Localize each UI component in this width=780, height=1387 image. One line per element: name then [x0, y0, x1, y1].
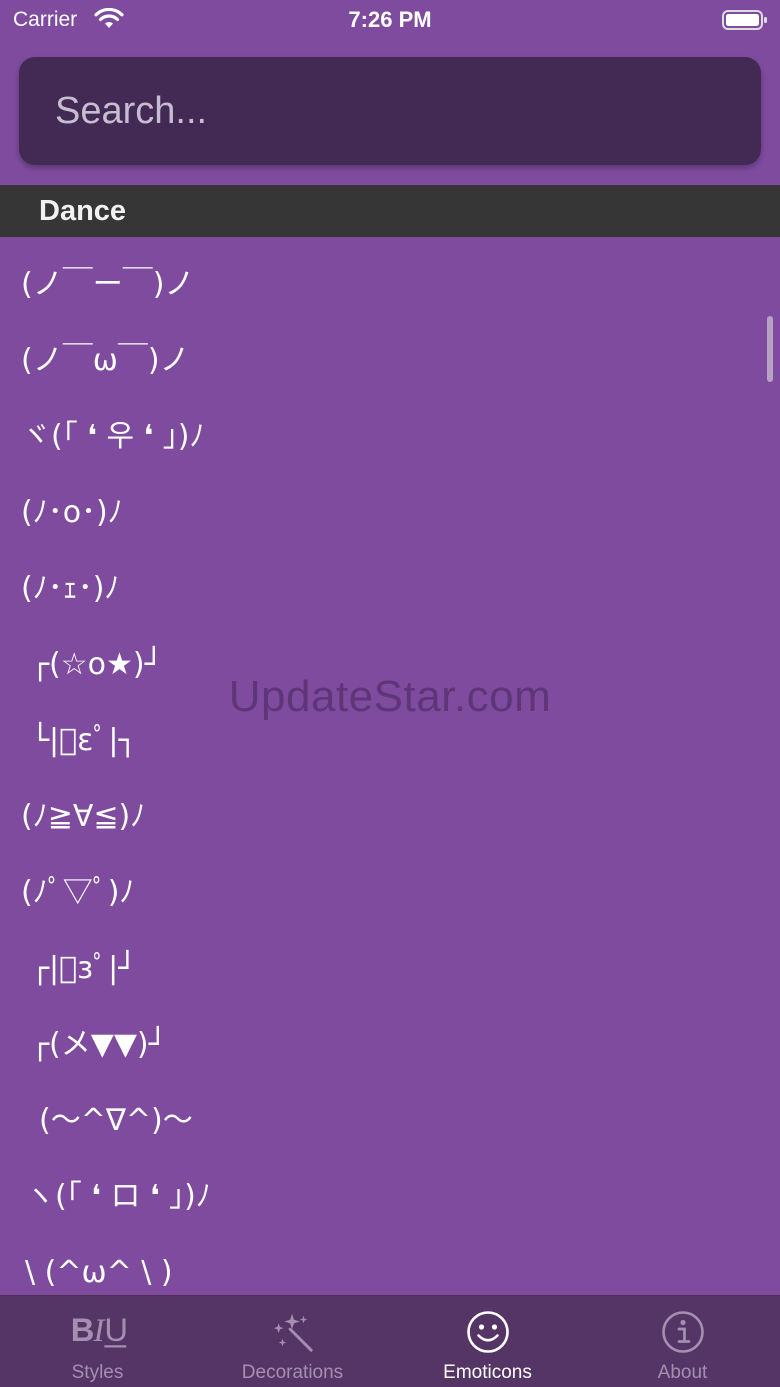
list-item[interactable]: ヽ(｢ ❛ ロ ❛ ｣)ﾉ [0, 1159, 760, 1235]
list-item[interactable]: \ (^ω^ \ ) [0, 1235, 760, 1295]
section-header: Dance [0, 185, 780, 237]
emoticon-text: (ﾉ･o･)ﾉ [21, 495, 123, 530]
magic-wand-icon [273, 1313, 313, 1352]
biu-icon: B I U [70, 1311, 128, 1349]
emoticon-text: ヽ(｢ ❛ ロ ❛ ｣)ﾉ [25, 1179, 211, 1214]
emoticon-text: ┌(メ▼▼)┘ [31, 1027, 167, 1062]
list-item[interactable]: (ﾉ≧∀≦)ﾉ [0, 779, 760, 855]
emoticon-text: \ (^ω^ \ ) [25, 1255, 173, 1290]
search-input[interactable] [55, 57, 735, 165]
tab-label: Emoticons [443, 1362, 532, 1383]
list-item[interactable]: ┌|ﾟзﾟ|┘ [0, 931, 760, 1007]
scroll-indicator[interactable] [767, 316, 773, 382]
emoticon-text: (ﾉﾟ▽ﾟ)ﾉ [21, 875, 135, 910]
status-bar: Carrier 7:26 PM [0, 0, 780, 40]
tab-about[interactable]: About [585, 1296, 780, 1387]
tab-decorations[interactable]: Decorations [195, 1296, 390, 1387]
emoticon-text: (ノ￣ー￣)ノ [21, 267, 195, 302]
list-item[interactable]: (ﾉﾟ▽ﾟ)ﾉ [0, 855, 760, 931]
tab-styles[interactable]: B I U Styles [0, 1296, 195, 1387]
emoticon-text: ヾ(｢ ❛ 우 ❛ ｣)ﾉ [21, 419, 205, 454]
emoticon-text: ┌|ﾟзﾟ|┘ [31, 951, 137, 986]
list-item[interactable]: (ﾉ･ｪ･)ﾉ [0, 551, 760, 627]
emoticon-text: (ﾉ･ｪ･)ﾉ [21, 571, 120, 606]
battery-icon [722, 10, 767, 30]
list-item[interactable]: (〜^∇^)〜 [0, 1083, 760, 1159]
app-screen: Carrier 7:26 PM Dance (ノ￣ー￣)ノ (ノ￣ω￣)ノ ヾ(… [0, 0, 780, 1387]
tab-bar: B I U Styles Decorations Emoticons About [0, 1295, 780, 1387]
emoticon-list[interactable]: (ノ￣ー￣)ノ (ノ￣ω￣)ノ ヾ(｢ ❛ 우 ❛ ｣)ﾉ (ﾉ･o･)ﾉ (ﾉ… [0, 237, 780, 1295]
tab-emoticons[interactable]: Emoticons [390, 1296, 585, 1387]
tab-label: Styles [71, 1362, 124, 1383]
watermark: UpdateStar.com [228, 672, 552, 721]
section-title: Dance [39, 195, 127, 227]
emoticon-text: (ノ￣ω￣)ノ [21, 343, 190, 378]
list-item[interactable]: ┌(メ▼▼)┘ [0, 1007, 760, 1083]
emoticon-text: (〜^∇^)〜 [39, 1103, 193, 1138]
svg-text:B: B [70, 1311, 94, 1348]
info-icon [661, 1311, 704, 1353]
list-item[interactable]: (ﾉ･o･)ﾉ [0, 475, 760, 551]
emoticon-text: └|ﾟεﾟ|┐ [31, 723, 137, 758]
search-field[interactable] [19, 57, 761, 165]
emoticon-text: (ﾉ≧∀≦)ﾉ [21, 799, 146, 834]
list-item[interactable]: (ノ￣ー￣)ノ [0, 247, 760, 323]
svg-text:U: U [104, 1311, 128, 1348]
status-time: 7:26 PM [348, 7, 432, 32]
smiley-icon [466, 1311, 509, 1353]
list-item[interactable]: (ノ￣ω￣)ノ [0, 323, 760, 399]
tab-label: Decorations [241, 1362, 344, 1383]
list-item[interactable]: ヾ(｢ ❛ 우 ❛ ｣)ﾉ [0, 399, 760, 475]
tab-label: About [657, 1362, 708, 1383]
